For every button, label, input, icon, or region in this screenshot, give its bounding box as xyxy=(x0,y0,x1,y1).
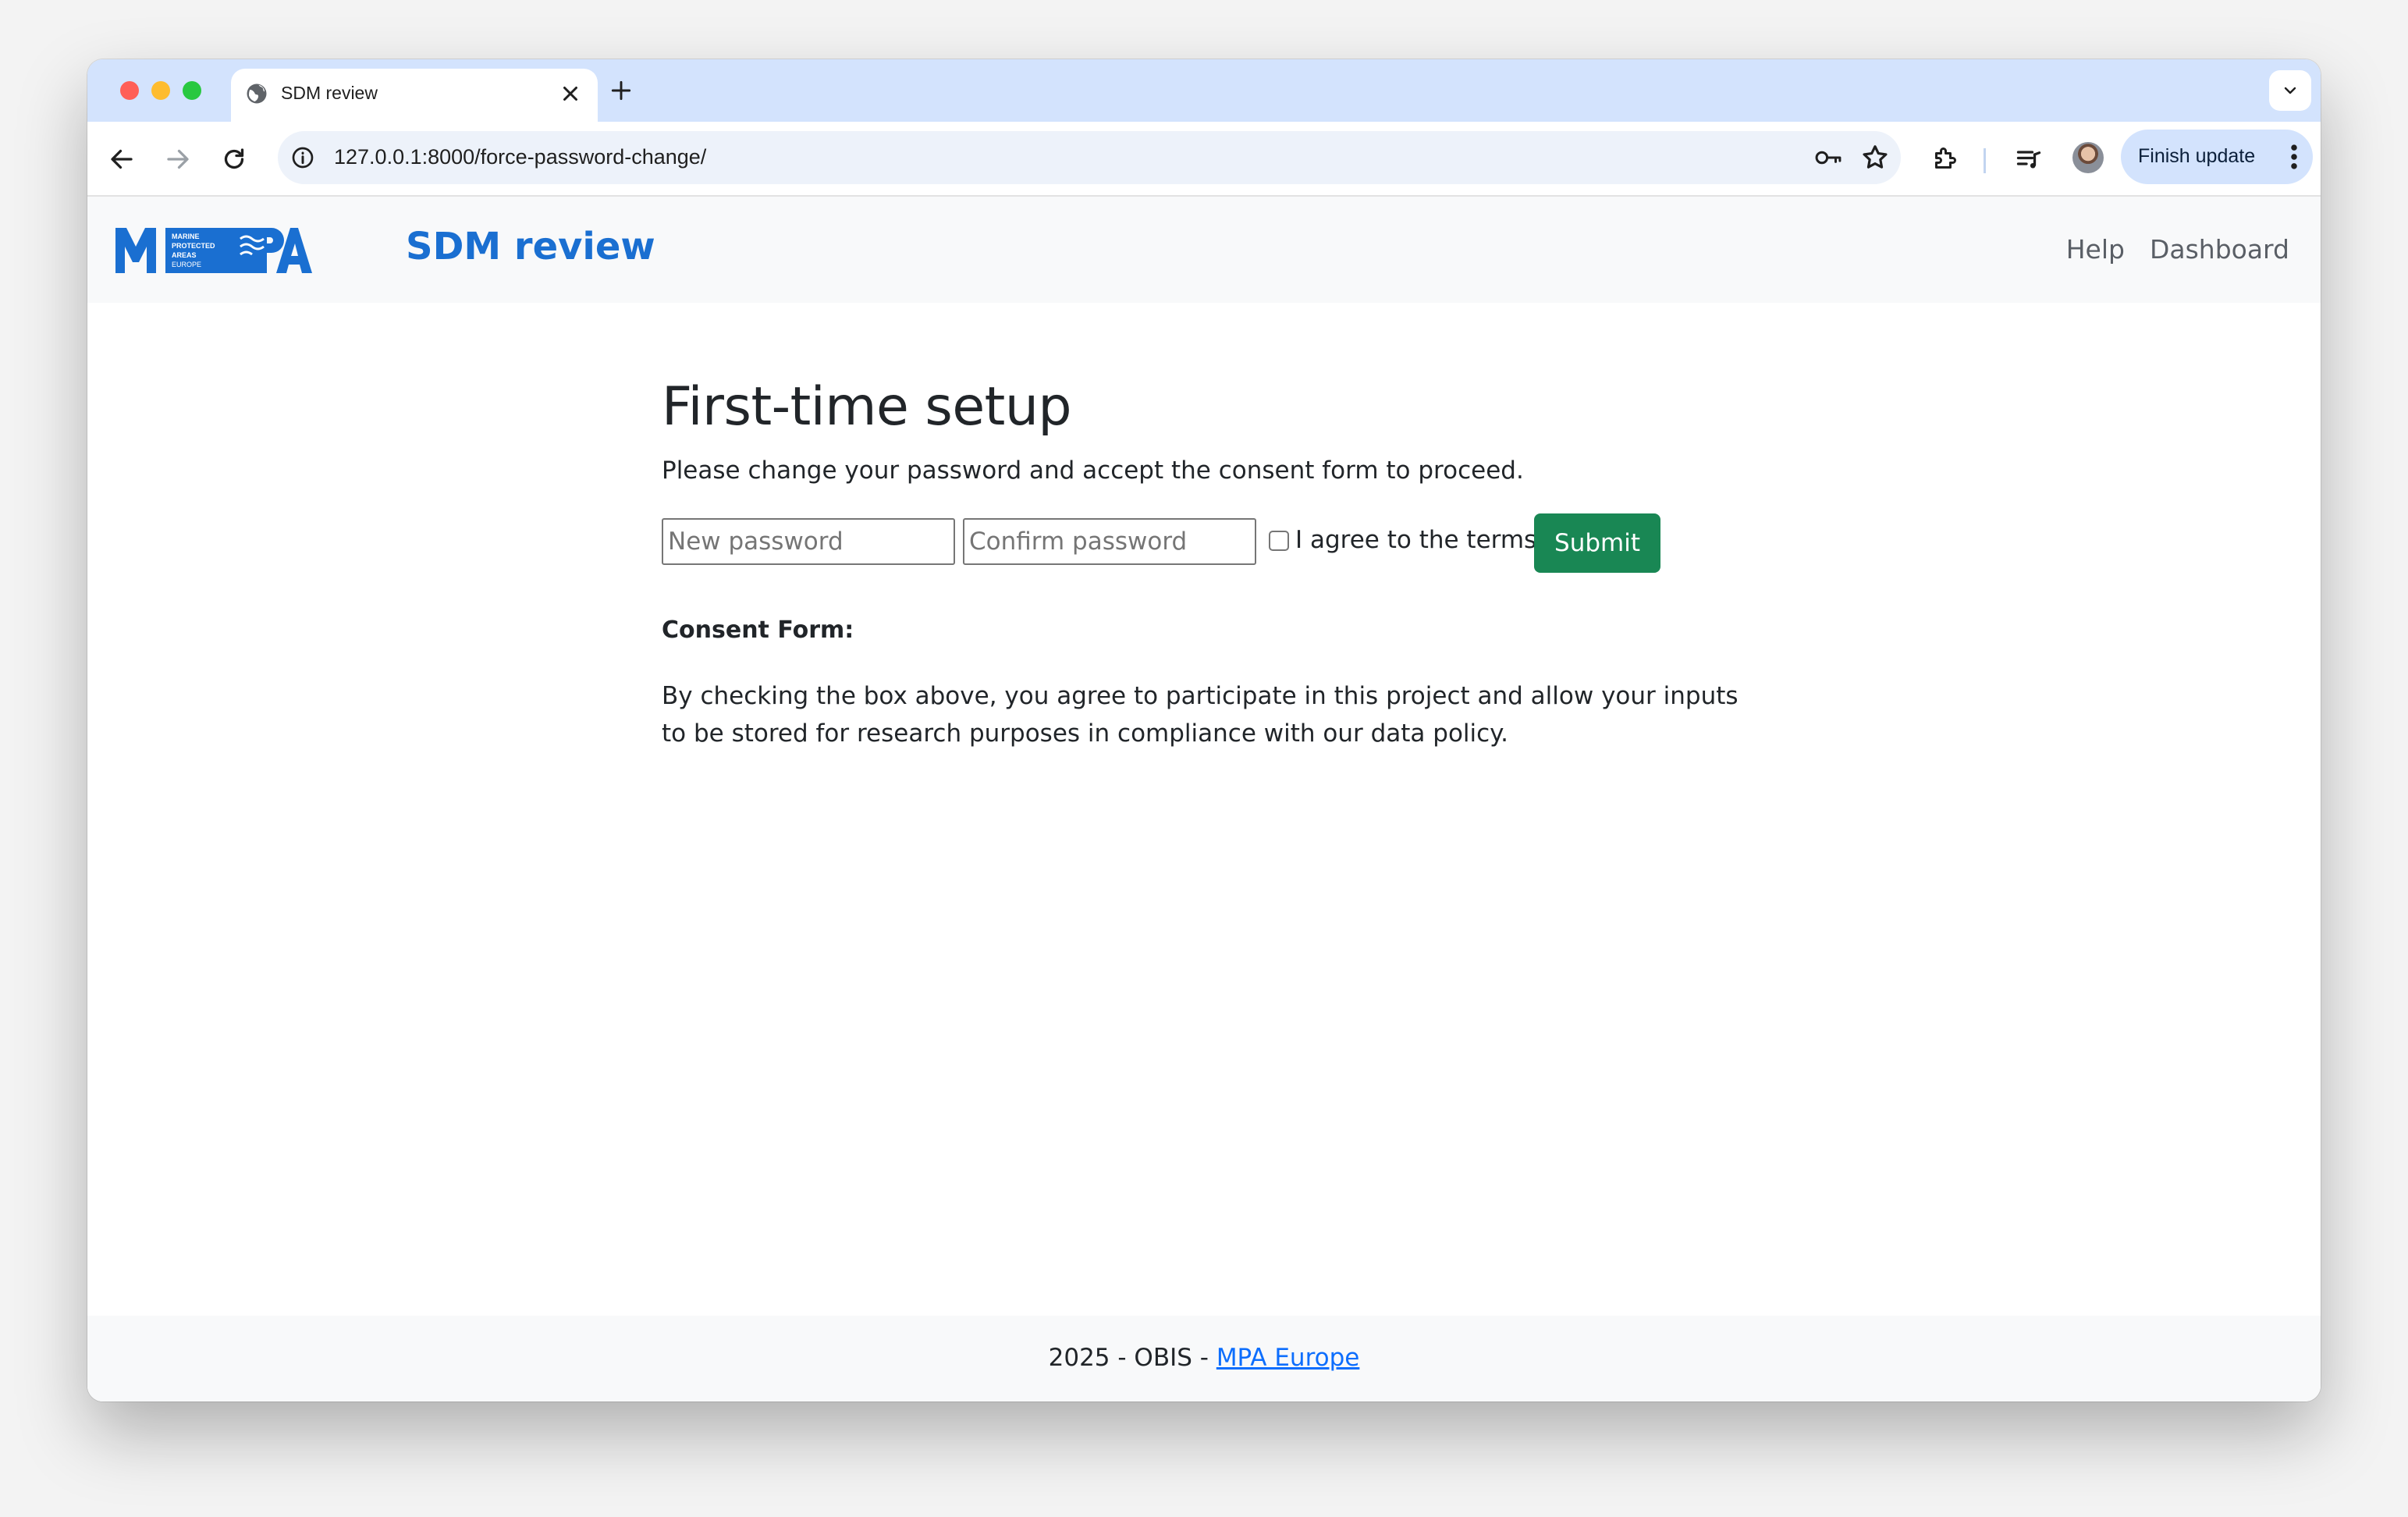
reload-icon[interactable] xyxy=(220,145,248,173)
window-close-button[interactable] xyxy=(120,81,139,100)
svg-text:AREAS: AREAS xyxy=(172,251,197,259)
footer-prefix: 2025 - OBIS - xyxy=(1048,1344,1216,1372)
media-queue-icon[interactable] xyxy=(2015,145,2043,173)
site-info-icon[interactable] xyxy=(290,145,315,170)
web-page: MARINE PROTECTED AREAS EUROPE SDM review… xyxy=(87,197,2321,1402)
footer-text: 2025 - OBIS - MPA Europe xyxy=(87,1344,2321,1372)
nav-links: Help Dashboard xyxy=(2066,234,2289,265)
browser-tab[interactable]: SDM review xyxy=(231,69,598,122)
url-text[interactable]: 127.0.0.1:8000/force-password-change/ xyxy=(334,145,706,169)
back-arrow-icon[interactable] xyxy=(108,145,136,173)
more-vert-icon xyxy=(2291,144,2297,169)
svg-text:MARINE: MARINE xyxy=(172,233,200,240)
window-minimize-button[interactable] xyxy=(151,81,170,100)
extensions-puzzle-icon[interactable] xyxy=(1930,145,1959,173)
site-brand[interactable]: SDM review xyxy=(406,225,655,268)
svg-text:PROTECTED: PROTECTED xyxy=(172,242,215,250)
confirm-password-input[interactable] xyxy=(963,518,1256,565)
consent-text: By checking the box above, you agree to … xyxy=(662,682,1739,748)
browser-toolbar: 127.0.0.1:8000/force-password-change/ Fi… xyxy=(87,122,2321,197)
bookmark-star-icon[interactable] xyxy=(1860,143,1890,172)
browser-window: SDM review 127.0.0.1:8000/force-password… xyxy=(87,59,2321,1402)
profile-avatar[interactable] xyxy=(2072,142,2104,173)
footer-link-mpa-europe[interactable]: MPA Europe xyxy=(1216,1344,1360,1372)
mpa-europe-logo[interactable]: MARINE PROTECTED AREAS EUROPE xyxy=(115,225,314,275)
agree-terms-label[interactable]: I agree to the terms xyxy=(1295,526,1536,554)
toolbar-divider xyxy=(1984,148,1986,173)
tab-strip: SDM review xyxy=(87,59,2321,122)
finish-update-label: Finish update xyxy=(2138,145,2256,167)
forward-arrow-icon[interactable] xyxy=(164,145,192,173)
page-lead: Please change your password and accept t… xyxy=(662,457,1524,485)
page-title: First-time setup xyxy=(662,376,1072,438)
site-navbar: MARINE PROTECTED AREAS EUROPE SDM review… xyxy=(87,197,2321,303)
submit-button[interactable]: Submit xyxy=(1534,513,1660,573)
new-password-input[interactable] xyxy=(662,518,955,565)
chevron-down-icon xyxy=(2284,87,2296,94)
password-form: I agree to the terms Submit xyxy=(662,510,1770,573)
nav-link-dashboard[interactable]: Dashboard xyxy=(2150,234,2289,265)
tab-search-button[interactable] xyxy=(2269,70,2311,111)
address-bar[interactable]: 127.0.0.1:8000/force-password-change/ xyxy=(278,131,1901,184)
consent-heading: Consent Form: xyxy=(662,616,854,644)
tab-title: SDM review xyxy=(281,83,378,103)
finish-update-button[interactable]: Finish update xyxy=(2121,130,2313,184)
main-content: First-time setup Please change your pass… xyxy=(662,376,1770,748)
svg-text:EUROPE: EUROPE xyxy=(172,261,201,268)
agree-terms-checkbox[interactable] xyxy=(1269,531,1289,551)
tab-close-icon[interactable] xyxy=(559,82,582,105)
new-tab-icon[interactable] xyxy=(609,78,634,103)
globe-icon xyxy=(247,83,267,104)
site-footer: 2025 - OBIS - MPA Europe xyxy=(87,1316,2321,1402)
password-key-icon[interactable] xyxy=(1813,144,1843,172)
nav-link-help[interactable]: Help xyxy=(2066,234,2125,265)
window-maximize-button[interactable] xyxy=(183,81,201,100)
